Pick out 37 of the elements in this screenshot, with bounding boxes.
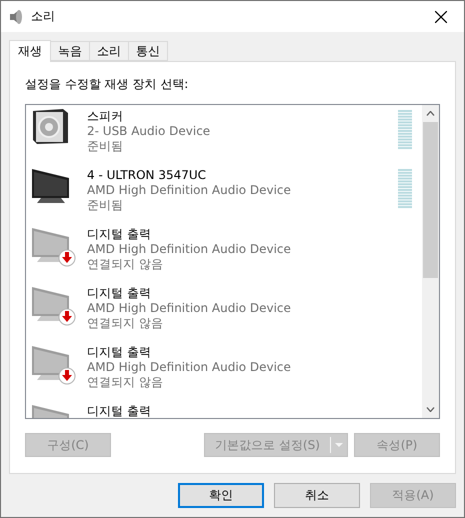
device-description: 2- USB Audio Device [87,124,212,139]
disconnected-badge-icon [58,308,76,326]
device-name: 디지털 출력 [87,286,152,301]
tab[interactable]: 녹음 [50,41,90,61]
scroll-up-icon [426,111,435,116]
close-icon [435,10,447,22]
speaker-icon [9,8,23,24]
instruction-label: 설정을 수정할 재생 장치 선택: [25,76,190,93]
tab[interactable]: 통신 [128,41,168,61]
device-status: 연결되지 않음 [87,316,164,331]
disconnected-badge-icon [58,249,76,267]
speaker-icon [31,107,69,145]
device-description: AMD High Definition Audio Device [87,183,292,198]
device-status: 준비됨 [87,139,124,154]
device-status: 연결되지 않음 [87,257,164,272]
scroll-down-icon [426,407,435,412]
level-meter-icon [398,169,412,209]
device-description: AMD High Definition Audio Device [87,242,292,257]
tab[interactable]: 재생 [9,40,51,62]
level-meter-icon [398,110,412,150]
window-title: 소리 [31,8,56,25]
device-name: 디지털 출력 [87,345,152,360]
device-description: AMD High Definition Audio Device [87,360,292,375]
dialog-button[interactable]: 취소 [274,483,360,508]
device-status: 준비됨 [87,198,124,213]
disconnected-badge-icon [58,367,76,385]
device-name: 디지털 출력 [87,227,152,242]
device-name: 스피커 [87,109,124,124]
dropdown-icon [335,443,343,447]
device-name: 디지털 출력 [87,404,152,418]
monitor-icon [31,166,71,206]
device-name: 4 - ULTRON 3547UC [87,168,208,183]
scrollbar[interactable] [422,105,439,418]
device-status: 연결되지 않음 [87,375,164,390]
tab[interactable]: 소리 [89,41,129,61]
device-description: AMD High Definition Audio Device [87,301,292,316]
dialog-button[interactable]: 확인 [178,483,264,508]
